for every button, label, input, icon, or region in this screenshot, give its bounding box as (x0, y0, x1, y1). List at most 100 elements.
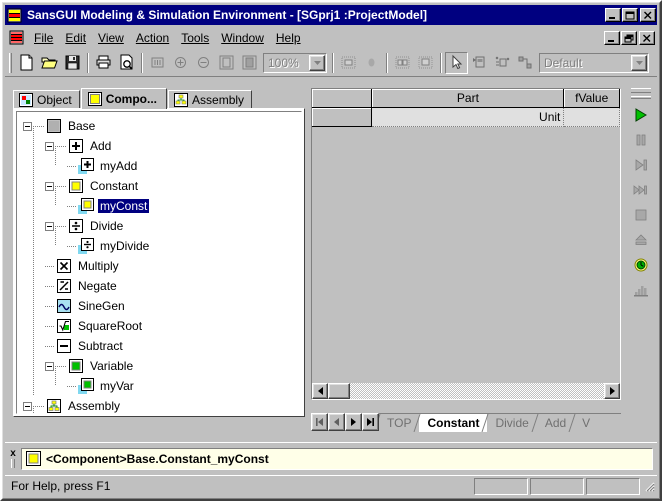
simulation-toolbar-grip-2[interactable] (631, 96, 651, 99)
zoom-level-combo[interactable]: 100% (263, 52, 327, 73)
object-tab-icon (19, 93, 33, 107)
tree-item-mydivide[interactable]: myDivide (23, 226, 301, 256)
expander-add[interactable] (45, 141, 54, 151)
first-sheet-button[interactable] (311, 413, 328, 431)
prev-sheet-button[interactable] (328, 413, 345, 431)
new-button[interactable] (15, 52, 38, 74)
tree-item-negate[interactable]: Negate (23, 266, 301, 296)
menu-item-file[interactable]: File (28, 29, 59, 47)
single-view-button (414, 52, 437, 74)
tree-item-assembly[interactable]: Assembly (23, 396, 301, 413)
close-icon: x (10, 448, 16, 459)
table-row[interactable]: Unit (312, 108, 620, 127)
tree-item-negate-label: Negate (78, 279, 117, 293)
main-toolbar: 100% Default (5, 49, 657, 77)
grid-header-corner[interactable] (312, 89, 373, 108)
zoom-out-button (192, 52, 215, 74)
last-sheet-button[interactable] (362, 413, 379, 431)
expander-variable[interactable] (45, 361, 54, 371)
scrollbar-track[interactable] (350, 383, 604, 399)
menu-item-view[interactable]: View (92, 29, 130, 47)
run-button[interactable] (629, 103, 653, 127)
new-object-button[interactable] (468, 52, 491, 74)
mdi-close-button[interactable] (639, 30, 655, 45)
tab-divider-icon (568, 414, 576, 432)
toolbar-grip[interactable] (9, 52, 12, 73)
tree-item-variable[interactable]: Variable (23, 346, 301, 376)
tab-component[interactable]: Compo... (80, 88, 168, 109)
expander-divide[interactable] (45, 221, 54, 231)
menu-item-window[interactable]: Window (215, 29, 270, 47)
select-tool-button[interactable] (445, 51, 468, 74)
scroll-right-button[interactable] (604, 383, 620, 399)
tree-item-base[interactable]: Base (23, 116, 301, 136)
tree-item-divide[interactable]: Divide (23, 206, 301, 236)
print-button[interactable] (92, 52, 115, 74)
tree-item-myadd[interactable]: myAdd (23, 146, 301, 176)
menu-item-help[interactable]: Help (270, 29, 307, 47)
expander-constant[interactable] (45, 181, 54, 191)
menu-item-file-label: File (34, 30, 54, 45)
property-grid[interactable]: Part fValue Unit (311, 88, 621, 400)
tree-item-sinegen[interactable]: SineGen (23, 286, 301, 316)
title-bar: SansGUI Modeling & Simulation Environmen… (5, 5, 657, 25)
tree-item-squareroot[interactable]: SquareRoot (23, 306, 301, 336)
subtract-class-icon (56, 338, 72, 354)
sheet-tab-v[interactable]: V (568, 414, 591, 432)
zoom-in-button (169, 52, 192, 74)
object-path-field[interactable]: <Component>Base.Constant_myConst (21, 447, 653, 470)
tab-assembly[interactable]: Assembly (168, 90, 253, 109)
grid-header-fvalue[interactable]: fValue (564, 89, 620, 108)
tree-item-myvar[interactable]: myVar (23, 366, 301, 396)
new-component-button[interactable] (491, 52, 514, 74)
tree-item-subtract-label: Subtract (78, 339, 123, 353)
grid-row-header[interactable] (312, 108, 373, 127)
object-path-bar: x <Component>Base.Constant_myConst (5, 442, 657, 474)
clock-button[interactable] (629, 253, 653, 277)
tree-item-multiply[interactable]: Multiply (23, 246, 301, 276)
close-button[interactable] (640, 8, 656, 22)
next-sheet-button[interactable] (345, 413, 362, 431)
simulation-toolbar-grip[interactable] (631, 88, 651, 93)
path-bar-grip[interactable] (11, 459, 15, 468)
tree-connector (45, 285, 55, 287)
tab-object[interactable]: Object (13, 90, 80, 109)
save-button[interactable] (61, 52, 84, 74)
tree-item-add[interactable]: Add (23, 126, 301, 156)
close-path-bar-button[interactable]: x (7, 447, 19, 471)
grid-header-part[interactable]: Part (372, 89, 565, 108)
chevron-down-icon[interactable] (631, 54, 647, 71)
chevron-down-icon[interactable] (309, 54, 325, 71)
component-tree[interactable]: Base Add myAdd Constant myConst Divide m… (16, 111, 302, 414)
menu-item-edit[interactable]: Edit (59, 29, 92, 47)
tree-item-mydivide-label: myDivide (100, 239, 150, 253)
grid-empty-body[interactable] (312, 127, 620, 382)
maximize-button[interactable] (622, 8, 638, 22)
sheet-tab-divide[interactable]: Divide (481, 414, 537, 432)
tree-item-myconst[interactable]: myConst (23, 186, 301, 216)
sheet-tab-constant[interactable]: Constant (413, 414, 488, 432)
sheet-nav-buttons (311, 413, 379, 431)
menu-item-action[interactable]: Action (130, 29, 175, 47)
new-link-button[interactable] (514, 52, 537, 74)
menu-item-tools[interactable]: Tools (175, 29, 215, 47)
grid-cell-fvalue[interactable] (564, 108, 620, 127)
window-resize-grip[interactable] (642, 479, 656, 493)
open-button[interactable] (38, 52, 61, 74)
scrollbar-thumb[interactable] (328, 383, 350, 399)
grid-cell-part[interactable]: Unit (372, 108, 565, 127)
mdi-minimize-button[interactable] (604, 30, 620, 45)
print-preview-button[interactable] (115, 52, 138, 74)
split-view-button (391, 52, 414, 74)
style-combo[interactable]: Default (539, 52, 649, 73)
expander-base[interactable] (23, 121, 32, 131)
mdi-restore-button[interactable] (621, 30, 637, 45)
sansgui-document-icon[interactable] (9, 30, 25, 45)
grid-horizontal-scrollbar[interactable] (312, 383, 620, 399)
expander-assembly[interactable] (23, 401, 32, 411)
scroll-left-button[interactable] (312, 383, 328, 399)
tree-item-subtract[interactable]: Subtract (23, 326, 301, 356)
tree-item-constant[interactable]: Constant (23, 166, 301, 196)
minimize-button[interactable] (605, 8, 621, 22)
explorer-pane: Object Compo... Assembly Base Add myAdd … (13, 88, 305, 417)
